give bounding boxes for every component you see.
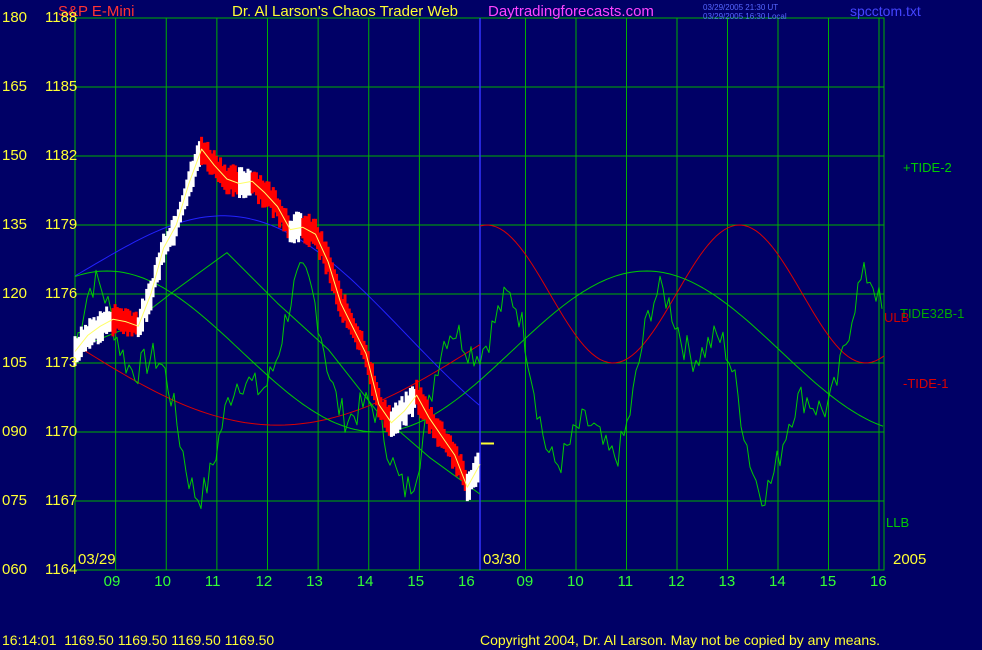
stamp-local: 03/29/2005 16:30 Local bbox=[703, 12, 787, 21]
y-axis-tick-price: 1188 bbox=[45, 9, 78, 26]
y-axis-tick-price: 1185 bbox=[45, 78, 78, 95]
y-axis-tick-left: 120 bbox=[2, 285, 28, 302]
date-label-day1: 03/29 bbox=[78, 551, 116, 568]
x-axis-tick-day2: 15 bbox=[819, 573, 837, 590]
x-axis-tick-day1: 09 bbox=[103, 573, 121, 590]
x-axis-tick-day1: 14 bbox=[356, 573, 374, 590]
legend-tide32b-1: TIDE32B-1 bbox=[900, 306, 965, 321]
y-axis-tick-left: 075 bbox=[2, 492, 28, 509]
x-axis-tick-day2: 11 bbox=[617, 573, 634, 590]
chart-title: Dr. Al Larson's Chaos Trader Web bbox=[232, 3, 459, 20]
legend-tide-minus-1: -TIDE-1 bbox=[903, 376, 949, 391]
x-axis-tick-day1: 13 bbox=[306, 573, 323, 590]
x-axis-tick-day2: 09 bbox=[516, 573, 534, 590]
y-axis-tick-left: 105 bbox=[2, 354, 28, 371]
date-label-day2: 03/30 bbox=[483, 551, 521, 568]
x-axis-tick-day1: 12 bbox=[255, 573, 273, 590]
y-axis-tick-left: 060 bbox=[2, 561, 28, 578]
x-axis-tick-day1: 11 bbox=[204, 573, 221, 590]
x-axis-tick-day1: 10 bbox=[154, 573, 171, 590]
x-axis-tick-day1: 15 bbox=[407, 573, 425, 590]
y-axis-tick-price: 1182 bbox=[45, 147, 78, 164]
y-axis-tick-price: 1173 bbox=[45, 354, 78, 371]
last-quote: 16:14:01 1169.50 1169.50 1169.50 1169.50 bbox=[2, 632, 275, 648]
y-axis-tick-left: 165 bbox=[2, 78, 28, 95]
y-axis-tick-price: 1179 bbox=[45, 216, 78, 233]
y-axis-tick-left: 135 bbox=[2, 216, 28, 233]
tide-plus-2-curve bbox=[74, 270, 884, 433]
y-axis-tick-left: 150 bbox=[2, 147, 28, 164]
copyright: Copyright 2004, Dr. Al Larson. May not b… bbox=[480, 632, 881, 648]
x-axis-tick-day2: 13 bbox=[718, 573, 736, 590]
x-axis-tick-day2: 14 bbox=[769, 573, 786, 590]
y-axis-tick-price: 1164 bbox=[45, 561, 78, 578]
year-label: 2005 bbox=[893, 551, 927, 568]
x-axis-tick-day2: 10 bbox=[567, 573, 584, 590]
y-axis-tick-price: 1167 bbox=[45, 492, 78, 509]
x-axis-tick-day1: 16 bbox=[458, 573, 475, 590]
legend-ulb: ULB bbox=[884, 310, 910, 325]
site-link[interactable]: Daytradingforecasts.com bbox=[488, 3, 654, 20]
legend-llb: LLB bbox=[886, 515, 910, 530]
x-axis-tick-day2: 12 bbox=[668, 573, 685, 590]
legend-tide-plus-2: +TIDE-2 bbox=[903, 160, 952, 175]
y-axis-tick-price: 1176 bbox=[45, 285, 78, 302]
data-file-name: spcctom.txt bbox=[850, 3, 921, 19]
y-axis-tick-left: 090 bbox=[2, 423, 28, 440]
y-axis-tick-price: 1170 bbox=[45, 423, 78, 440]
x-axis-tick-day2: 16 bbox=[870, 573, 887, 590]
y-axis-tick-left: 180 bbox=[2, 9, 28, 26]
stamp-utc: 03/29/2005 21:30 UT bbox=[703, 3, 779, 12]
